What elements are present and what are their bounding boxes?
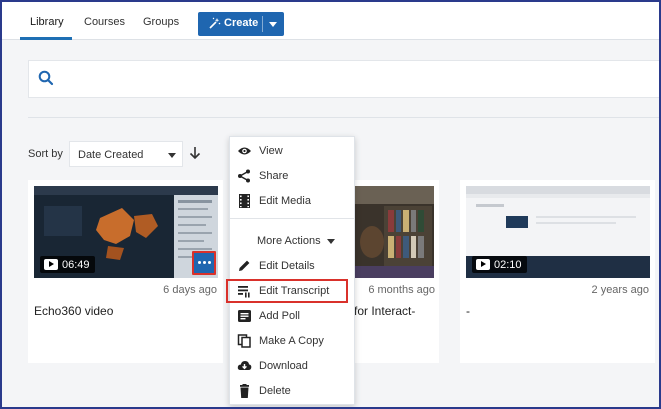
menu-item-add-poll[interactable]: Add Poll [230,304,354,328]
menu-item-label: Make A Copy [259,335,324,347]
cloud-download-icon [237,359,252,373]
menu-item-label: Add Poll [259,310,300,322]
menu-item-delete[interactable]: Delete [230,379,354,403]
share-icon [237,169,252,183]
menu-item-label: View [259,145,283,157]
menu-item-edit-details[interactable]: Edit Details [230,254,354,278]
menu-item-edit-media[interactable]: Edit Media [230,189,354,213]
duration-badge: 02:10 [472,256,527,273]
card-title[interactable]: - [466,304,470,318]
more-actions-label: More Actions [257,235,321,247]
card-age: 6 days ago [163,284,217,296]
menu-item-label: Delete [259,385,291,397]
create-button-divider [262,16,263,32]
tab-groups[interactable]: Groups [143,16,179,28]
menu-item-view[interactable]: View [230,139,354,163]
card-age: 2 years ago [591,284,649,296]
top-nav: Library Courses Groups Create [2,2,659,40]
sort-by-label: Sort by [28,148,63,160]
poll-icon [237,309,252,323]
menu-item-label: Edit Media [259,195,311,207]
chevron-down-icon [168,153,176,158]
highlight-annotation [226,279,348,303]
play-icon [476,259,490,270]
menu-item-label: Edit Details [259,260,315,272]
film-icon [237,194,252,208]
video-thumbnail[interactable] [354,186,434,278]
media-card[interactable]: 02:10 2 years ago - [460,180,655,363]
menu-item-label: Share [259,170,289,182]
copy-icon [237,334,252,348]
card-title[interactable]: Echo360 video [34,304,113,318]
menu-item-label: Download [259,360,308,372]
duration-badge: 06:49 [40,256,95,273]
actions-menu: View Share Edit Media More Actions Edit … [226,136,355,405]
more-actions-toggle[interactable]: More Actions [257,235,335,247]
more-options-button[interactable] [192,251,216,275]
tab-courses[interactable]: Courses [84,16,125,28]
trash-icon [237,384,252,398]
chevron-down-icon [326,238,335,244]
create-button-label: Create [224,17,259,29]
tab-library[interactable]: Library [30,16,64,28]
pencil-icon [237,259,252,273]
sort-direction-arrow-icon[interactable] [188,145,202,166]
active-tab-indicator [20,37,72,40]
menu-item-share[interactable]: Share [230,164,354,188]
search-bar[interactable] [28,60,659,98]
sort-select[interactable]: Date Created [69,141,183,167]
menu-item-make-a-copy[interactable]: Make A Copy [230,329,354,353]
app-frame: Library Courses Groups Create Sort by Da… [0,0,661,409]
video-thumbnail[interactable]: 02:10 [466,186,650,278]
video-thumbnail[interactable]: 06:49 [34,186,218,278]
chevron-down-icon[interactable] [269,22,277,27]
duration-text: 02:10 [494,258,522,271]
eye-icon [237,144,252,158]
create-button[interactable]: Create [198,12,284,36]
menu-item-download[interactable]: Download [230,354,354,378]
menu-divider [230,218,354,219]
sort-selected-value: Date Created [78,149,144,161]
play-icon [44,259,58,270]
duration-text: 06:49 [62,258,90,271]
magic-wand-icon [208,17,221,33]
ellipsis-icon [198,261,211,264]
section-divider [28,117,659,118]
search-icon[interactable] [38,70,54,91]
card-age: 6 months ago [368,284,435,296]
